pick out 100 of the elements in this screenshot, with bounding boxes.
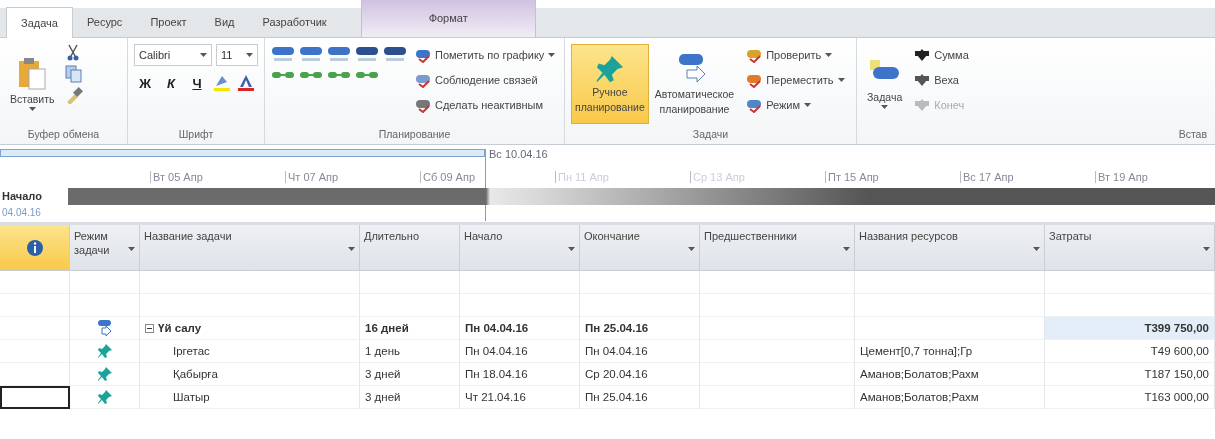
column-header[interactable]: Название задачи: [140, 225, 360, 271]
dropdown-arrow-icon: [568, 247, 575, 252]
task-name: Қабырға: [173, 368, 218, 380]
milestone-icon: [914, 72, 931, 88]
ribbon-command[interactable]: Режим: [744, 94, 847, 116]
ribbon-tab[interactable]: Проект: [136, 7, 201, 37]
timeline-tick-label: Пт 15 Апр: [825, 171, 879, 183]
inactive-task-icon: [415, 97, 431, 113]
scheduled-bar-icon: [96, 319, 113, 337]
timeline-tick-label: Чт 07 Апр: [285, 171, 339, 183]
indicators-header[interactable]: [0, 225, 70, 271]
dropdown-arrow-icon: [548, 53, 556, 57]
column-header[interactable]: Предшественники: [700, 225, 855, 271]
timeline-start-date: 04.04.16: [2, 207, 41, 218]
pin-icon: [594, 54, 625, 85]
task-bar-icon[interactable]: [355, 44, 379, 64]
table-cell: Пн 04.04.16: [460, 340, 580, 363]
ribbon-command[interactable]: Переместить: [744, 69, 847, 91]
table-cell: Т49 600,00: [1045, 340, 1215, 363]
group-label: Встав: [1177, 127, 1208, 142]
font-color-icon[interactable]: [236, 74, 256, 92]
timeline-tick-label: Вт 19 Апр: [1095, 171, 1148, 183]
ribbon-command[interactable]: Соблюдение связей: [413, 69, 558, 91]
dropdown-arrow-icon: [837, 78, 845, 82]
timeline-tick-label: Вс 17 Апр: [960, 171, 1014, 183]
info-icon: [25, 238, 44, 257]
ribbon-tab[interactable]: Вид: [200, 7, 249, 37]
task-bar-icon[interactable]: [383, 44, 407, 64]
highlight-icon[interactable]: [212, 74, 232, 92]
table-cell: Пн 04.04.16: [580, 340, 700, 363]
table-cell: Ср 20.04.16: [580, 363, 700, 386]
dropdown-arrow-icon: [1033, 247, 1040, 252]
ribbon-tab[interactable]: Формат: [360, 0, 536, 37]
timeline-start-label: Начало: [2, 190, 42, 202]
column-header[interactable]: Начало: [460, 225, 580, 271]
table-cell: Пн 04.04.16: [460, 317, 580, 340]
dropdown-arrow-icon: [246, 53, 253, 57]
dropdown-arrow-icon: [28, 107, 36, 112]
font-size-dropdown[interactable]: 11: [216, 44, 258, 66]
ribbon-command[interactable]: Пометить по графику: [413, 44, 558, 66]
insert-task-button[interactable]: Задача: [863, 44, 907, 124]
dropdown-arrow-icon: [881, 105, 889, 110]
group-label: Буфер обмена: [26, 127, 101, 142]
pin-icon: [96, 389, 113, 405]
underline-button[interactable]: Ч: [186, 72, 208, 94]
ribbon-command[interactable]: Проверить: [744, 44, 847, 66]
font-family-dropdown[interactable]: Calibri: [134, 44, 212, 66]
bold-button[interactable]: Ж: [134, 72, 156, 94]
column-header[interactable]: Режим задачи: [70, 225, 140, 271]
group-label: Задачи: [691, 127, 730, 142]
table-cell[interactable]: [0, 317, 70, 340]
dropdown-arrow-icon: [128, 247, 135, 252]
table-cell: [70, 271, 140, 294]
task-name: Іргетас: [173, 345, 210, 357]
mode-icon: [746, 97, 763, 113]
table-cell: 1 день: [360, 340, 460, 363]
task-bar-icon[interactable]: [327, 44, 351, 64]
collapse-icon[interactable]: [145, 323, 154, 333]
task-bar-icon[interactable]: [271, 44, 295, 64]
pin-icon: [96, 366, 113, 382]
table-cell: Аманов;Болатов;Рахм: [855, 363, 1045, 386]
italic-button[interactable]: К: [160, 72, 182, 94]
column-header[interactable]: Длительно: [360, 225, 460, 271]
mark-schedule-icon: [415, 47, 431, 63]
table-cell: Пн 25.04.16: [580, 317, 700, 340]
ribbon-tab[interactable]: Ресурс: [72, 7, 137, 37]
move-icon: [746, 72, 763, 88]
table-cell: Т399 750,00: [1045, 317, 1215, 340]
table-cell: Т163 000,00: [1045, 386, 1215, 409]
table-cell: [0, 294, 70, 317]
table-cell: 3 дней: [360, 363, 460, 386]
dropdown-arrow-icon: [1203, 247, 1210, 252]
table-cell: Пн 25.04.16: [580, 386, 700, 409]
column-header[interactable]: Названия ресурсов: [855, 225, 1045, 271]
dropdown-arrow-icon: [200, 53, 207, 57]
table-cell: [0, 271, 70, 294]
ribbon-tab[interactable]: Задача: [6, 7, 73, 38]
group-label: Шрифт: [177, 127, 215, 142]
group-label: Планирование: [377, 127, 452, 142]
column-header[interactable]: Затраты: [1045, 225, 1215, 271]
paste-button[interactable]: Вставить: [6, 44, 59, 124]
scheduling-mode-button[interactable]: Ручное планирование: [571, 44, 649, 124]
ribbon-command[interactable]: Сумма: [912, 44, 971, 66]
ribbon-command[interactable]: Сделать неактивным: [413, 94, 558, 116]
dropdown-arrow-icon: [825, 53, 833, 57]
table-cell: Пн 18.04.16: [460, 363, 580, 386]
task-bar-icon[interactable]: [299, 44, 323, 64]
table-cell: Аманов;Болатов;Рахм: [855, 386, 1045, 409]
scheduling-mode-button[interactable]: Автоматическое планирование: [650, 44, 739, 124]
table-cell[interactable]: [0, 340, 70, 363]
table-cell: 3 дней: [360, 386, 460, 409]
table-cell[interactable]: [0, 363, 70, 386]
dropdown-arrow-icon: [688, 247, 695, 252]
task-name: Шатыр: [173, 391, 210, 403]
ribbon-command[interactable]: Веха: [912, 69, 971, 91]
dropdown-arrow-icon: [348, 247, 355, 252]
ribbon-tab[interactable]: Разработчик: [248, 7, 341, 37]
timeline-tick-label: Сб 09 Апр: [420, 171, 475, 183]
column-header[interactable]: Окончание: [580, 225, 700, 271]
selected-cell[interactable]: [0, 386, 70, 409]
